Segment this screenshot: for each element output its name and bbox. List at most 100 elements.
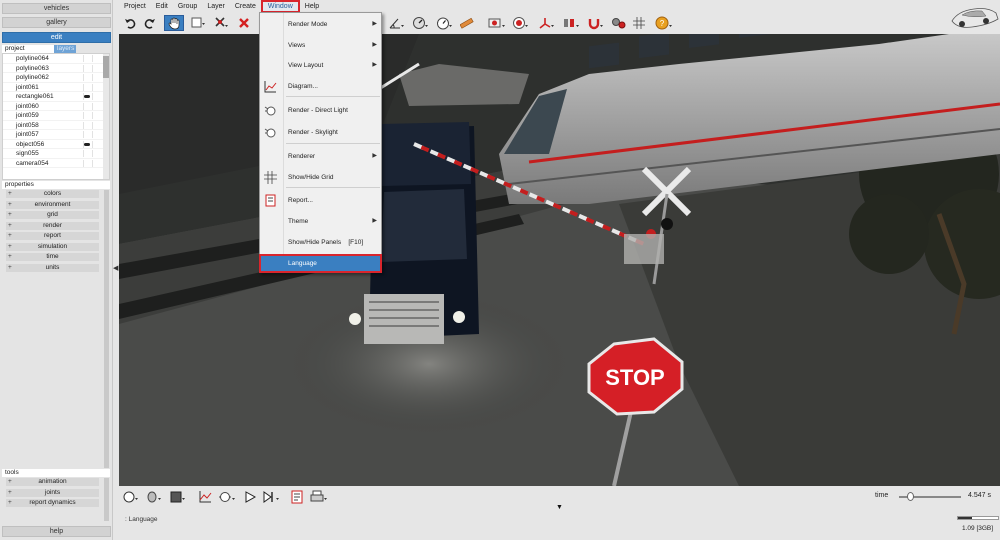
project-item[interactable]: polyline063 bbox=[3, 64, 109, 73]
menu-item-render-direct-light[interactable]: Render - Direct Light bbox=[260, 101, 381, 120]
project-list-scrollbar[interactable] bbox=[103, 54, 109, 179]
help-icon[interactable]: ? bbox=[654, 15, 674, 31]
menu-create[interactable]: Create bbox=[230, 0, 261, 13]
camera-record-icon[interactable] bbox=[487, 15, 507, 31]
project-item[interactable]: object056 bbox=[3, 140, 109, 149]
tools-scrollbar[interactable] bbox=[104, 478, 109, 521]
light-bulb-icon[interactable] bbox=[217, 489, 237, 505]
project-item[interactable]: joint057 bbox=[3, 130, 109, 140]
menu-edit[interactable]: Edit bbox=[151, 0, 173, 13]
circle-shape-icon[interactable] bbox=[122, 489, 140, 505]
expand-plus-icon[interactable]: + bbox=[8, 499, 12, 507]
expand-plus-icon[interactable]: + bbox=[8, 253, 12, 261]
visibility-toggle[interactable] bbox=[83, 55, 91, 62]
expand-plus-icon[interactable]: + bbox=[8, 222, 12, 230]
tab-layers[interactable]: layers bbox=[54, 45, 76, 53]
menu-item-show-hide-grid[interactable]: Show/Hide Grid bbox=[260, 168, 381, 187]
eye-icon[interactable] bbox=[84, 95, 90, 98]
stopwatch-icon[interactable] bbox=[435, 15, 453, 31]
head-model-icon[interactable] bbox=[145, 489, 163, 505]
menu-layer[interactable]: Layer bbox=[202, 0, 230, 13]
lock-toggle[interactable] bbox=[92, 102, 100, 110]
axis-icon[interactable] bbox=[537, 15, 555, 31]
visibility-toggle[interactable] bbox=[83, 83, 91, 91]
lock-toggle[interactable] bbox=[92, 121, 100, 129]
menu-item-diagram[interactable]: Diagram... bbox=[260, 77, 381, 96]
visibility-toggle[interactable] bbox=[83, 150, 91, 157]
properties-item-units[interactable]: + units bbox=[6, 263, 99, 272]
expand-plus-icon[interactable]: + bbox=[8, 264, 12, 272]
measure-angle-icon[interactable] bbox=[387, 15, 405, 31]
expand-plus-icon[interactable]: + bbox=[8, 211, 12, 219]
print-icon[interactable] bbox=[309, 489, 329, 505]
properties-item-report[interactable]: + report bbox=[6, 232, 99, 240]
properties-scrollbar[interactable] bbox=[104, 190, 109, 468]
gauge-icon[interactable] bbox=[411, 15, 429, 31]
lock-toggle[interactable] bbox=[92, 83, 100, 91]
expand-plus-icon[interactable]: + bbox=[8, 232, 12, 240]
menu-item-renderer[interactable]: Renderer ▶ bbox=[260, 147, 381, 166]
menu-item-report[interactable]: Report... bbox=[260, 191, 381, 210]
project-item[interactable]: rectangle061 bbox=[3, 92, 109, 102]
project-item[interactable]: polyline062 bbox=[3, 73, 109, 83]
menu-item-language[interactable]: Language bbox=[259, 254, 382, 273]
project-item[interactable]: camera054 bbox=[3, 159, 109, 168]
tools-item-report-dynamics[interactable]: + report dynamics bbox=[6, 499, 99, 507]
properties-item-grid[interactable]: + grid bbox=[6, 211, 99, 219]
lock-toggle[interactable] bbox=[92, 112, 100, 119]
eye-icon[interactable] bbox=[84, 142, 90, 146]
expand-plus-icon[interactable]: + bbox=[8, 478, 12, 486]
time-slider-handle[interactable] bbox=[906, 492, 914, 501]
tools-item-animation[interactable]: + animation bbox=[6, 478, 99, 486]
menu-item-render-mode[interactable]: Render Mode ▶ bbox=[260, 15, 381, 34]
lock-toggle[interactable] bbox=[92, 74, 100, 81]
menu-item-view-layout[interactable]: View Layout ▶ bbox=[260, 56, 381, 75]
select-rectangle-icon[interactable] bbox=[190, 15, 206, 31]
project-item[interactable]: joint060 bbox=[3, 102, 109, 111]
lock-toggle[interactable] bbox=[92, 140, 100, 148]
project-item[interactable]: joint059 bbox=[3, 111, 109, 121]
help-button[interactable]: help bbox=[2, 526, 111, 537]
undo-icon[interactable] bbox=[123, 15, 137, 31]
project-item[interactable]: sign055 bbox=[3, 149, 109, 159]
diagram-icon[interactable] bbox=[197, 489, 215, 505]
pan-hand-icon[interactable] bbox=[164, 15, 184, 31]
lock-toggle[interactable] bbox=[92, 159, 100, 167]
magnet-icon[interactable] bbox=[586, 15, 604, 31]
ruler-icon[interactable] bbox=[459, 15, 475, 31]
project-item[interactable]: polyline064 bbox=[3, 54, 109, 64]
lock-toggle[interactable] bbox=[92, 131, 100, 138]
target-icon[interactable] bbox=[511, 15, 529, 31]
color-swatch-icon[interactable] bbox=[169, 489, 187, 505]
toggle-bottom-arrow[interactable]: ▼ bbox=[556, 504, 563, 511]
properties-item-simulation[interactable]: + simulation bbox=[6, 242, 99, 251]
step-forward-icon[interactable] bbox=[261, 489, 281, 505]
visibility-toggle[interactable] bbox=[83, 64, 91, 72]
lock-toggle[interactable] bbox=[92, 150, 100, 157]
menu-item-show-hide-panels-f10[interactable]: Show/Hide Panels [F10] bbox=[260, 233, 381, 252]
visibility-toggle[interactable] bbox=[83, 112, 91, 119]
properties-item-render[interactable]: + render bbox=[6, 221, 99, 230]
delete-icon[interactable] bbox=[237, 15, 251, 31]
expand-plus-icon[interactable]: + bbox=[8, 489, 12, 497]
expand-plus-icon[interactable]: + bbox=[8, 190, 12, 198]
properties-item-time[interactable]: + time bbox=[6, 253, 99, 261]
tools-item-joints[interactable]: + joints bbox=[6, 488, 99, 497]
visibility-toggle[interactable] bbox=[83, 102, 91, 110]
visibility-toggle[interactable] bbox=[83, 159, 91, 167]
lock-toggle[interactable] bbox=[92, 64, 100, 72]
menu-group[interactable]: Group bbox=[173, 0, 202, 13]
visibility-toggle[interactable] bbox=[83, 131, 91, 138]
expand-plus-icon[interactable]: + bbox=[8, 243, 12, 251]
properties-item-colors[interactable]: + colors bbox=[6, 190, 99, 198]
visibility-toggle[interactable] bbox=[83, 74, 91, 81]
redo-icon[interactable] bbox=[143, 15, 157, 31]
expand-plus-icon[interactable]: + bbox=[8, 201, 12, 209]
menu-project[interactable]: Project bbox=[119, 0, 151, 13]
lock-toggle[interactable] bbox=[92, 93, 100, 100]
tab-project[interactable]: project bbox=[2, 45, 54, 53]
menu-item-render-skylight[interactable]: Render - Skylight bbox=[260, 123, 381, 142]
gears-icon[interactable] bbox=[610, 15, 628, 31]
report-icon[interactable] bbox=[289, 489, 305, 505]
lock-toggle[interactable] bbox=[92, 55, 100, 62]
